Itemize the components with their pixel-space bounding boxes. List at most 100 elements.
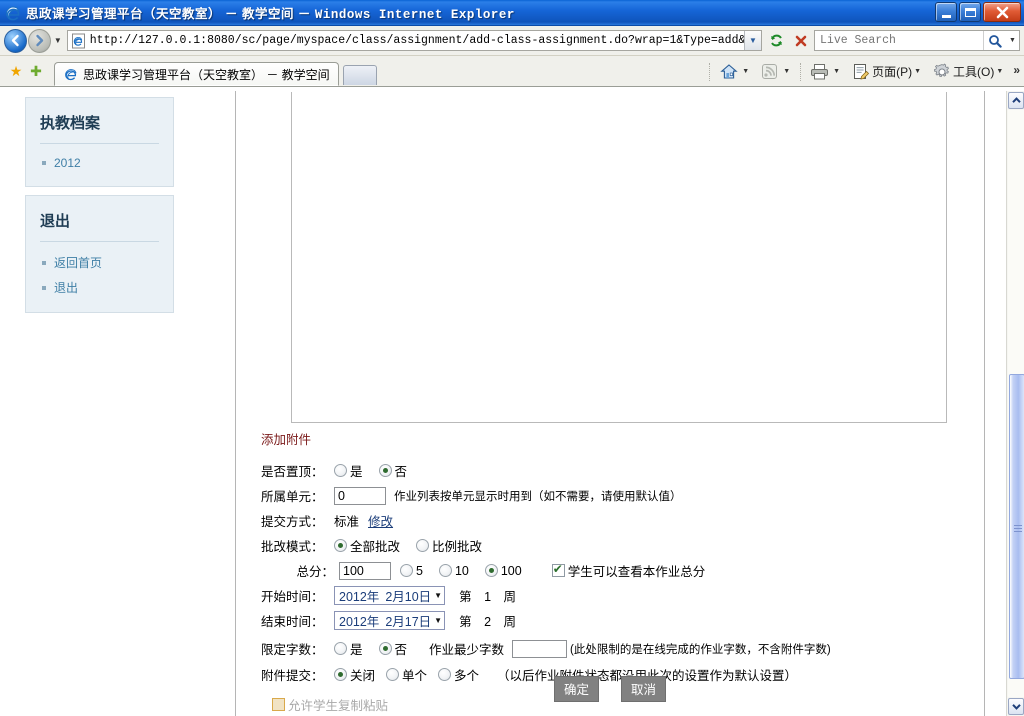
sidebar: 执教档案 2012 退出 返回首页 退出: [25, 97, 174, 321]
close-button[interactable]: [983, 2, 1021, 22]
favorites-center-button[interactable]: ★: [6, 61, 26, 81]
page-menu-label: 页面(P): [872, 65, 913, 79]
window-titlebar: 思政课学习管理平台（天空教室） － 教学空间 － Windows Interne…: [0, 0, 1024, 26]
radio-icon[interactable]: [416, 539, 430, 552]
close-icon: [996, 6, 1008, 18]
print-button[interactable]: ▼: [807, 61, 846, 82]
page-menu-button[interactable]: 页面(P) ▼: [848, 61, 927, 82]
form-row-unit: 所属单元： 作业列表按单元显示时用到（如不需要，请使用默认值）: [261, 484, 961, 507]
cancel-button[interactable]: 取消: [621, 676, 667, 702]
stop-button[interactable]: [790, 30, 811, 52]
bullet-icon: [42, 161, 46, 165]
sidebar-item-home[interactable]: 返回首页: [40, 250, 159, 275]
sidebar-item-2012[interactable]: 2012: [40, 152, 159, 174]
start-time-label: 开始时间：: [261, 590, 324, 604]
form-row-submit-mode: 提交方式： 标准 修改: [261, 509, 961, 532]
command-overflow-button[interactable]: »: [1013, 63, 1020, 77]
score-option-5[interactable]: 5: [400, 564, 423, 578]
end-time-label: 结束时间：: [261, 615, 324, 629]
address-dropdown-button[interactable]: ▼: [743, 31, 761, 50]
pin-option-no-label: 否: [394, 465, 408, 479]
start-date-day: 10日: [404, 590, 432, 604]
scrollbar-thumb[interactable]: [1009, 374, 1024, 679]
back-button[interactable]: [4, 28, 27, 53]
word-limit-label: 限定字数：: [261, 643, 324, 657]
home-caret-icon[interactable]: ▼: [742, 68, 749, 75]
radio-icon[interactable]: [334, 464, 347, 477]
vertical-scrollbar[interactable]: [1006, 91, 1024, 716]
end-date-picker[interactable]: 2012年 2月 17日 ▼: [334, 611, 446, 630]
score-option-100-label: 100: [500, 563, 522, 578]
assignment-content-editor[interactable]: [291, 92, 947, 423]
recent-pages-dropdown[interactable]: ▼: [54, 36, 62, 45]
search-provider-dropdown[interactable]: ▼: [1006, 31, 1019, 50]
feeds-button[interactable]: ▼: [757, 61, 796, 82]
refresh-button[interactable]: [766, 30, 787, 52]
grade-mode-option-all[interactable]: 全部批改: [334, 536, 400, 555]
search-submit-button[interactable]: [983, 31, 1006, 50]
restore-button[interactable]: [959, 2, 981, 22]
submit-mode-modify-link[interactable]: 修改: [368, 511, 393, 530]
page-content: 执教档案 2012 退出 返回首页 退出 添加附件 是否置顶： 是 否 所属单元…: [0, 91, 1006, 716]
search-box[interactable]: ▼: [814, 30, 1021, 51]
radio-icon[interactable]: [400, 564, 413, 577]
word-limit-option-yes[interactable]: 是: [334, 639, 363, 658]
sidebar-item-logout[interactable]: 退出: [40, 275, 159, 300]
add-attachment-link[interactable]: 添加附件: [261, 429, 311, 448]
radio-selected-icon[interactable]: [484, 564, 498, 577]
word-limit-option-no[interactable]: 否: [378, 639, 407, 658]
grade-mode-label: 批改模式：: [261, 540, 324, 554]
grade-mode-option-all-label: 全部批改: [350, 540, 401, 554]
score-input[interactable]: [339, 561, 391, 580]
radio-selected-icon[interactable]: [378, 642, 392, 655]
radio-icon[interactable]: [438, 564, 452, 577]
radio-selected-icon[interactable]: [378, 464, 392, 477]
chevron-down-icon[interactable]: ▼: [434, 616, 442, 625]
sidebar-box-title: 退出: [40, 210, 159, 242]
search-input[interactable]: [815, 33, 984, 48]
forward-button[interactable]: [27, 28, 51, 53]
min-words-input[interactable]: [512, 639, 568, 658]
page-icon: [851, 62, 870, 81]
checkbox-checked-icon[interactable]: [551, 562, 565, 577]
sidebar-item-label: 退出: [54, 281, 79, 295]
grade-mode-option-ratio[interactable]: 比例批改: [416, 536, 482, 555]
refresh-icon: [770, 34, 782, 47]
scrollbar-track[interactable]: [1008, 110, 1024, 697]
new-tab-button[interactable]: [342, 65, 377, 85]
radio-selected-icon[interactable]: [334, 539, 347, 552]
pin-option-yes[interactable]: 是: [334, 461, 363, 480]
confirm-button[interactable]: 确定: [553, 676, 599, 702]
score-option-100[interactable]: 100: [484, 563, 522, 578]
radio-icon[interactable]: [334, 642, 347, 655]
home-button[interactable]: ▼: [716, 61, 755, 82]
start-date-picker[interactable]: 2012年 2月 10日 ▼: [334, 586, 446, 605]
form-row-start-time: 开始时间： 2012年 2月 10日 ▼ 第 1 周: [261, 584, 961, 607]
tools-menu-button[interactable]: 工具(O) ▼: [929, 61, 1009, 82]
bullet-icon: [42, 260, 46, 265]
score-visible-checkbox[interactable]: 学生可以查看本作业总分: [551, 561, 705, 580]
scroll-up-button[interactable]: [1008, 92, 1024, 109]
tools-caret-icon[interactable]: ▼: [996, 68, 1003, 75]
address-bar[interactable]: http://127.0.0.1:8080/sc/page/myspace/cl…: [66, 30, 762, 51]
window-controls: [935, 2, 1021, 22]
address-url[interactable]: http://127.0.0.1:8080/sc/page/myspace/cl…: [90, 34, 744, 47]
start-date-year: 2012年: [339, 590, 380, 604]
assignment-form: 添加附件 是否置顶： 是 否 所属单元： 0 作业列表按单元显示时用到（如不需要…: [261, 429, 961, 716]
score-option-10[interactable]: 10: [438, 564, 469, 578]
command-bar-separator-2: [800, 62, 802, 81]
minimize-button[interactable]: [935, 2, 957, 22]
sidebar-item-label: 返回首页: [54, 256, 103, 270]
score-label: 总分：: [296, 565, 334, 579]
page-caret-icon[interactable]: ▼: [914, 68, 921, 75]
print-caret-icon[interactable]: ▼: [833, 68, 840, 75]
chevron-down-icon[interactable]: ▼: [434, 591, 442, 600]
unit-input[interactable]: [334, 486, 386, 505]
feeds-caret-icon[interactable]: ▼: [783, 68, 790, 75]
add-to-favorites-button[interactable]: ✚: [26, 61, 46, 81]
pin-option-no[interactable]: 否: [378, 461, 408, 480]
scroll-down-button[interactable]: [1008, 698, 1024, 715]
rss-icon: [760, 62, 779, 81]
browser-tab-active[interactable]: 思政课学习管理平台（天空教室） － 教学空间: [54, 62, 339, 86]
grade-mode-option-ratio-label: 比例批改: [432, 540, 483, 554]
